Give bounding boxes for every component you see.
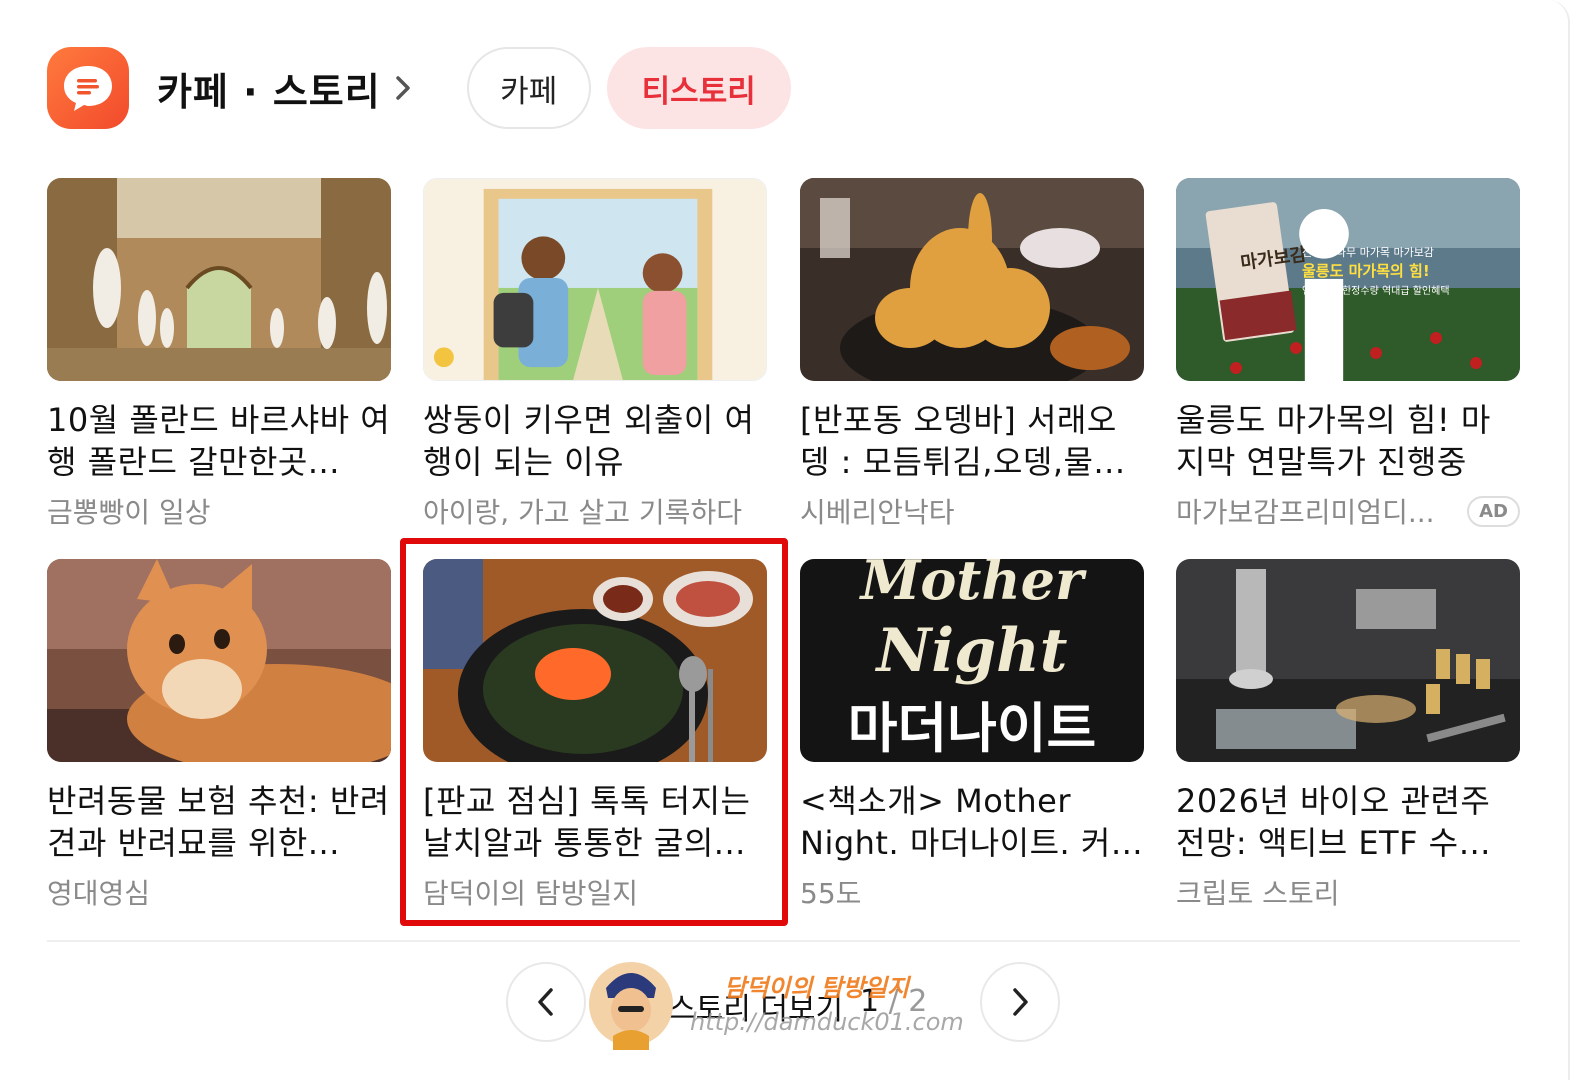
card-title[interactable]: <책소개> Mother Night. 마더나이트. 커트 보니것 (800, 780, 1144, 864)
story-card[interactable]: [판교 점심] 톡톡 터지는 날치알과 통통한 굴의... 담덕이의 탐방일지 (423, 559, 767, 912)
magamok-ad-image[interactable]: 마가보감 선비의 나무 마가목 마가보감 울릉도 마가목의 힘! 연말연시 한정… (1176, 178, 1520, 381)
card-title[interactable]: 2026년 바이오 관련주 전망: 액티브 ETF 수급... (1176, 780, 1520, 864)
tab-tistory[interactable]: 티스토리 (606, 47, 791, 129)
card-title[interactable]: 10월 폴란드 바르샤바 여행 폴란드 갈만한곳... (47, 399, 391, 483)
story-card-ad[interactable]: 마가보감 선비의 나무 마가목 마가보감 울릉도 마가목의 힘! 연말연시 한정… (1176, 178, 1520, 531)
lab-microscope-image[interactable] (1176, 559, 1520, 762)
watermark-avatar-icon (589, 962, 673, 1050)
card-title[interactable]: 쌍둥이 키우면 외출이 여행이 되는 이유 (423, 399, 767, 483)
story-panel: 카페 · 스토리 카페 티스토리 10월 폴란드 바르샤바 여행 폴란드 갈만한… (0, 0, 1570, 1080)
card-title[interactable]: [반포동 오뎅바] 서래오뎅 : 모듬튀김,오뎅,물... (800, 399, 1144, 483)
children-illustration-image[interactable] (423, 178, 767, 381)
card-source[interactable]: 금뽕빵이 일상 (47, 491, 391, 531)
story-card[interactable]: [반포동 오뎅바] 서래오뎅 : 모듬튀김,오뎅,물... 시베리안낙타 (800, 178, 1144, 531)
card-source[interactable]: 크립토 스토리 (1176, 872, 1520, 912)
info-icon[interactable] (1176, 200, 1496, 381)
story-card[interactable]: 2026년 바이오 관련주 전망: 액티브 ETF 수급... 크립토 스토리 (1176, 559, 1520, 912)
card-source[interactable]: 55도 (800, 872, 1144, 912)
book-title-line-1: Mother (859, 559, 1087, 612)
chevron-right-icon[interactable] (391, 68, 417, 108)
book-title-line-2: Night (875, 616, 1068, 686)
card-source[interactable]: 담덕이의 탐방일지 (423, 872, 767, 912)
gallery-statues-image[interactable] (47, 178, 391, 381)
chevron-left-icon (538, 988, 553, 1016)
watermark-name: 담덕이의 탐방일지 (724, 974, 909, 1002)
tempura-image[interactable] (800, 178, 1144, 381)
story-card[interactable]: 쌍둥이 키우면 외출이 여행이 되는 이유 아이랑, 가고 살고 기록하다 (423, 178, 767, 531)
story-card[interactable]: 반려동물 보험 추천: 반려견과 반려묘를 위한... 영대영심 (47, 559, 391, 912)
orange-cat-image[interactable] (47, 559, 391, 762)
chevron-right-icon (1013, 988, 1028, 1016)
card-source[interactable]: 마가보감프리미엄디... (1176, 491, 1457, 531)
ad-badge[interactable]: AD (1467, 495, 1520, 527)
card-source[interactable]: 영대영심 (47, 872, 391, 912)
divider (47, 940, 1520, 942)
next-page-button[interactable] (980, 962, 1060, 1042)
card-title[interactable]: 반려동물 보험 추천: 반려견과 반려묘를 위한... (47, 780, 391, 864)
card-title[interactable]: 울릉도 마가목의 힘! 마지막 연말특가 진행중 (1176, 399, 1520, 483)
watermark-url: http://damduck01.com (690, 1008, 964, 1036)
card-source[interactable]: 시베리안낙타 (800, 491, 1144, 531)
tab-cafe[interactable]: 카페 (466, 47, 591, 129)
bibimbap-image[interactable] (423, 559, 767, 762)
prev-page-button[interactable] (506, 962, 586, 1042)
card-title[interactable]: [판교 점심] 톡톡 터지는 날치알과 통통한 굴의... (423, 780, 767, 864)
mother-night-book-image[interactable]: Mother Night 마더나이트 (800, 559, 1144, 762)
cafe-story-logo-icon[interactable] (47, 47, 129, 129)
card-source[interactable]: 아이랑, 가고 살고 기록하다 (423, 491, 767, 531)
section-title[interactable]: 카페 · 스토리 (157, 61, 381, 116)
section-header: 카페 · 스토리 카페 티스토리 (47, 46, 791, 130)
book-title-korean: 마더나이트 (848, 697, 1096, 760)
story-card[interactable]: 10월 폴란드 바르샤바 여행 폴란드 갈만한곳... 금뽕빵이 일상 (47, 178, 391, 531)
story-card[interactable]: Mother Night 마더나이트 <책소개> Mother Night. 마… (800, 559, 1144, 912)
